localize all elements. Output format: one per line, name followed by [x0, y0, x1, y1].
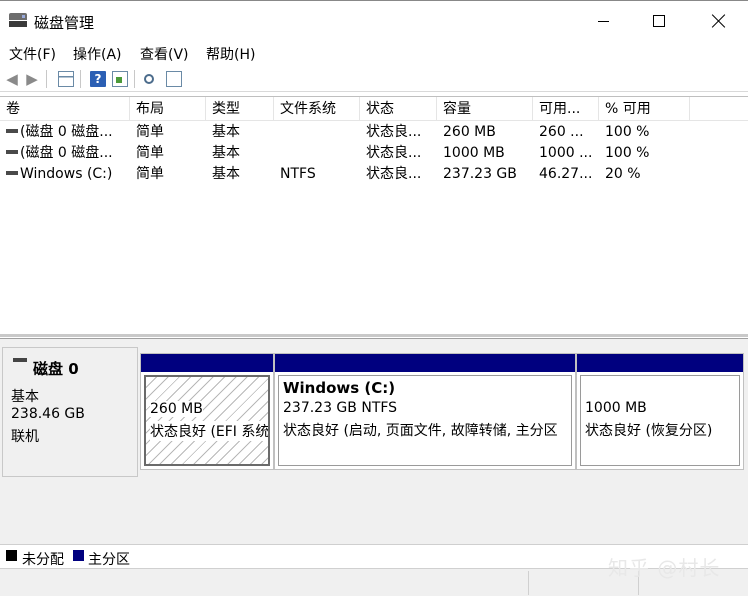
- col-percent-free[interactable]: % 可用: [599, 97, 690, 121]
- disk-type: 基本: [11, 389, 39, 405]
- back-icon[interactable]: ◀: [4, 71, 20, 87]
- filesystem-cell: NTFS: [280, 166, 316, 182]
- primary-swatch: [73, 550, 84, 561]
- title-bar: 磁盘管理: [0, 0, 748, 40]
- legend-primary: 主分区: [88, 552, 130, 568]
- partition-size: 237.23 GB NTFS: [283, 400, 398, 416]
- minimize-icon: [597, 20, 609, 22]
- col-free[interactable]: 可用...: [533, 97, 599, 121]
- partition-body: 260 MB 状态良好 (EFI 系统: [144, 375, 270, 466]
- col-capacity[interactable]: 容量: [437, 97, 533, 121]
- layout-cell: 简单: [136, 145, 164, 161]
- type-cell: 基本: [212, 166, 240, 182]
- partition-status: 状态良好 (恢复分区): [585, 423, 713, 439]
- disk-management-icon: [9, 13, 27, 27]
- toolbar-separator: [80, 70, 81, 88]
- type-cell: 基本: [212, 145, 240, 161]
- show-hide-console-tree-icon[interactable]: [58, 71, 74, 87]
- volume-icon: [6, 170, 18, 175]
- status-cell: 状态良...: [366, 124, 422, 140]
- unallocated-swatch: [6, 550, 17, 561]
- type-cell: 基本: [212, 124, 240, 140]
- layout-cell: 简单: [136, 166, 164, 182]
- capacity-cell: 1000 MB: [443, 145, 505, 161]
- column-header: 卷 布局 类型 文件系统 状态 容量 可用... % 可用: [0, 97, 748, 121]
- capacity-cell: 237.23 GB: [443, 166, 517, 182]
- settings-icon[interactable]: [166, 71, 182, 87]
- menu-bar: 文件(F) 操作(A) 查看(V) 帮助(H): [0, 40, 748, 66]
- primary-partition-bar: [577, 354, 743, 372]
- layout-cell: 简单: [136, 124, 164, 140]
- filesystem-cell: [274, 122, 360, 143]
- partition-status: 状态良好 (EFI 系统: [150, 421, 268, 441]
- menu-help[interactable]: 帮助(H): [206, 44, 255, 64]
- window-title: 磁盘管理: [34, 14, 95, 32]
- percent-free-cell: 100 %: [605, 145, 650, 161]
- free-cell: 1000 ...: [539, 145, 593, 161]
- maximize-button[interactable]: [636, 7, 682, 35]
- col-layout[interactable]: 布局: [130, 97, 206, 121]
- partition-size: 1000 MB: [585, 400, 647, 416]
- volume-list: 卷 布局 类型 文件系统 状态 容量 可用... % 可用 (磁盘 0 磁盘..…: [0, 96, 748, 334]
- close-icon: [712, 14, 726, 28]
- percent-free-cell: 20 %: [605, 166, 641, 182]
- table-row[interactable]: (磁盘 0 磁盘... 简单 基本 状态良... 1000 MB 1000 ..…: [0, 143, 748, 164]
- splitter[interactable]: [0, 334, 748, 337]
- disk-graphical-pane: 磁盘 0 基本 238.46 GB 联机 260 MB 状态良好 (EFI 系统…: [0, 338, 748, 544]
- help-icon[interactable]: ?: [90, 71, 106, 87]
- partition-status: 状态良好 (启动, 页面文件, 故障转储, 主分区: [283, 423, 558, 439]
- status-divider: [528, 571, 529, 595]
- col-filesystem[interactable]: 文件系统: [274, 97, 360, 121]
- forward-icon[interactable]: ▶: [24, 71, 40, 87]
- free-cell: 260 ...: [539, 124, 584, 140]
- partition-body: 1000 MB 状态良好 (恢复分区): [580, 375, 740, 466]
- toolbar: ◀ ▶ ?: [0, 66, 748, 92]
- volume-icon: [6, 128, 18, 133]
- status-cell: 状态良...: [366, 145, 422, 161]
- close-button[interactable]: [696, 7, 742, 35]
- legend-unallocated: 未分配: [22, 552, 64, 568]
- partition-body: Windows (C:) 237.23 GB NTFS 状态良好 (启动, 页面…: [278, 375, 572, 466]
- partition-windows-c[interactable]: Windows (C:) 237.23 GB NTFS 状态良好 (启动, 页面…: [274, 353, 576, 470]
- table-row[interactable]: Windows (C:) 简单 基本 NTFS 状态良... 237.23 GB…: [0, 164, 748, 185]
- disk-name: 磁盘 0: [33, 360, 79, 378]
- primary-partition-bar: [141, 354, 273, 372]
- menu-view[interactable]: 查看(V): [140, 44, 189, 64]
- partition-efi[interactable]: 260 MB 状态良好 (EFI 系统: [140, 353, 274, 470]
- disk-0-label[interactable]: 磁盘 0 基本 238.46 GB 联机: [2, 347, 138, 477]
- status-cell: 状态良...: [366, 166, 422, 182]
- free-cell: 46.27...: [539, 166, 593, 182]
- primary-partition-bar: [275, 354, 575, 372]
- col-status[interactable]: 状态: [360, 97, 437, 121]
- toolbar-separator: [46, 70, 47, 88]
- volume-icon: [6, 149, 18, 154]
- col-type[interactable]: 类型: [206, 97, 274, 121]
- filesystem-cell: [274, 143, 360, 164]
- volume-cell: Windows (C:): [0, 164, 130, 185]
- connect-icon[interactable]: [144, 74, 154, 84]
- minimize-button[interactable]: [580, 7, 626, 35]
- percent-free-cell: 100 %: [605, 124, 650, 140]
- menu-file[interactable]: 文件(F): [9, 44, 56, 64]
- volume-cell: (磁盘 0 磁盘...: [0, 122, 130, 143]
- col-volume[interactable]: 卷: [0, 97, 130, 121]
- volume-cell: (磁盘 0 磁盘...: [0, 143, 130, 164]
- maximize-icon: [653, 15, 665, 27]
- partition-size: 260 MB: [150, 401, 203, 417]
- disk-state: 联机: [11, 429, 39, 445]
- partition-recovery[interactable]: 1000 MB 状态良好 (恢复分区): [576, 353, 744, 470]
- disk-size: 238.46 GB: [11, 406, 85, 422]
- partition-title: Windows (C:): [283, 379, 396, 397]
- table-row[interactable]: (磁盘 0 磁盘... 简单 基本 状态良... 260 MB 260 ... …: [0, 122, 748, 143]
- disk-icon: [13, 358, 27, 362]
- toolbar-separator: [134, 70, 135, 88]
- menu-action[interactable]: 操作(A): [73, 44, 122, 64]
- capacity-cell: 260 MB: [443, 124, 496, 140]
- watermark: 知乎 @村长: [608, 556, 721, 580]
- properties-icon[interactable]: [112, 71, 128, 87]
